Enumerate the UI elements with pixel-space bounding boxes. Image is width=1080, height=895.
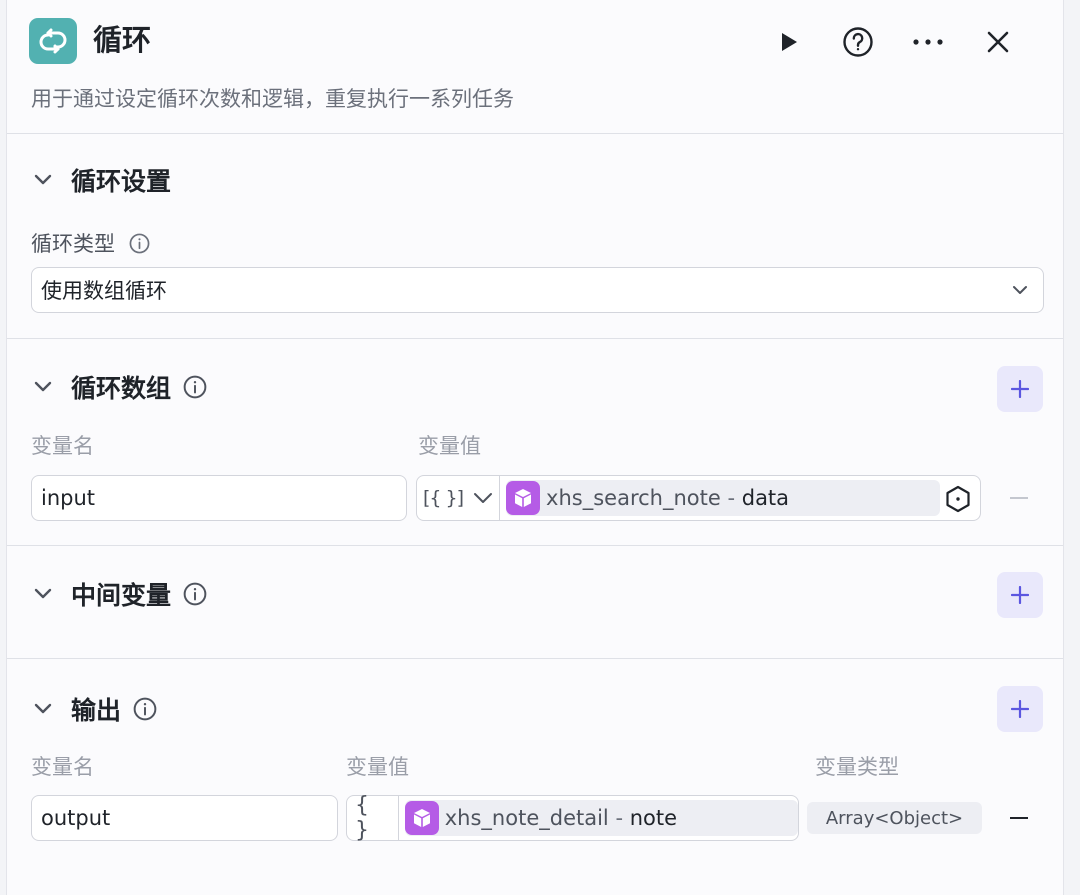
cube-icon (506, 481, 541, 515)
add-output-button[interactable] (997, 686, 1043, 732)
column-header-name: 变量名 (31, 434, 94, 458)
loop-array-section: 循环数组 变量名 变量值 input [{ }] xhs_search_note… (7, 339, 1063, 546)
remove-output-row-button[interactable] (1004, 803, 1034, 833)
value-type-toggle[interactable]: [{ }] (417, 476, 501, 520)
more-icon (913, 39, 943, 45)
chevron-down-icon (1011, 280, 1029, 305)
value-type-toggle[interactable]: { } (347, 793, 399, 843)
info-icon (133, 697, 157, 721)
loop-array-header[interactable]: 循环数组 (31, 367, 207, 407)
column-header-type: 变量类型 (815, 755, 899, 779)
chevron-down-icon (31, 168, 55, 192)
section-title: 循环设置 (71, 167, 172, 196)
more-button[interactable] (893, 22, 963, 62)
section-title: 循环数组 (71, 374, 172, 403)
intermediate-header[interactable]: 中间变量 (31, 574, 207, 614)
object-type-symbol: { } (355, 793, 369, 843)
reference-attribute: data (741, 486, 790, 510)
plus-icon (1011, 380, 1029, 398)
loop-settings-section: 循环设置 循环类型 使用数组循环 (7, 134, 1063, 339)
info-icon (183, 582, 207, 606)
help-icon (843, 27, 873, 57)
output-header[interactable]: 输出 (31, 689, 157, 729)
plus-icon (1011, 586, 1029, 604)
close-icon (987, 31, 1009, 53)
chevron-down-icon (31, 375, 55, 399)
output-name-input[interactable]: output (31, 795, 338, 841)
help-button[interactable] (823, 22, 893, 62)
reference-node-name: xhs_note_detail (444, 806, 609, 830)
remove-row-button[interactable] (1004, 483, 1034, 513)
output-section: 输出 变量名 变量值 变量类型 output { } xhs_note_deta… (7, 659, 1063, 895)
array-type-symbol: [{ }] (423, 487, 464, 509)
run-button[interactable] (753, 22, 823, 62)
minus-icon (1010, 497, 1028, 499)
loop-type-label-row: 循环类型 (31, 228, 151, 258)
section-title: 中间变量 (71, 581, 172, 610)
reference-node-name: xhs_search_note (546, 486, 721, 510)
minus-icon (1010, 817, 1028, 819)
variable-name-input[interactable]: input (31, 475, 407, 521)
plus-icon (1011, 700, 1029, 718)
add-intermediate-variable-button[interactable] (997, 572, 1043, 618)
panel-header: 循环 用于通过设定循环次数和逻辑，重复执行一系列任务 (7, 0, 1063, 134)
reference-chip: xhs_note_detail - note (404, 800, 798, 836)
column-header-value: 变量值 (346, 755, 409, 779)
column-header-name: 变量名 (31, 755, 94, 779)
loop-icon (29, 18, 77, 64)
loop-type-value: 使用数组循环 (41, 279, 167, 303)
output-value-reference[interactable]: { } xhs_note_detail - note (346, 793, 799, 843)
loop-settings-header[interactable]: 循环设置 (31, 160, 171, 200)
section-title: 输出 (71, 696, 122, 725)
variable-type-badge: Array<Object> (807, 802, 982, 834)
cube-icon (404, 801, 439, 835)
loop-node-panel: 循环 用于通过设定循环次数和逻辑，重复执行一系列任务 循环设置 循环类型 使用数… (6, 0, 1064, 895)
reference-separator: - (608, 806, 630, 830)
page-title: 循环 (93, 23, 152, 57)
reference-separator: - (720, 486, 742, 510)
chevron-down-icon (31, 697, 55, 721)
column-header-value: 变量值 (418, 434, 481, 458)
loop-type-select[interactable]: 使用数组循环 (31, 267, 1044, 313)
variable-picker-icon[interactable] (944, 485, 972, 517)
header-actions (753, 22, 1033, 62)
loop-type-label: 循环类型 (31, 232, 115, 256)
node-description: 用于通过设定循环次数和逻辑，重复执行一系列任务 (31, 87, 514, 111)
intermediate-variables-section: 中间变量 (7, 546, 1063, 659)
chevron-down-icon (31, 582, 55, 606)
add-loop-array-button[interactable] (997, 366, 1043, 412)
reference-chip: xhs_search_note - data (506, 480, 941, 516)
chevron-down-icon (474, 493, 493, 503)
close-button[interactable] (963, 22, 1033, 62)
variable-value-reference[interactable]: [{ }] xhs_search_note - data (416, 475, 981, 521)
info-icon (183, 375, 207, 399)
play-icon (782, 33, 797, 51)
reference-attribute: note (629, 806, 678, 830)
info-icon (127, 231, 151, 255)
